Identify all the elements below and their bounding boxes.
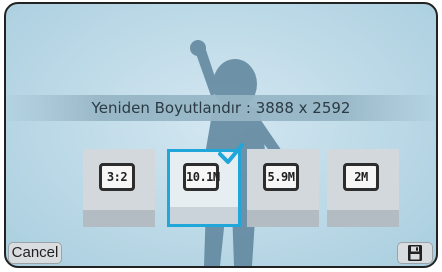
resize-options: 3:2 10.1M 5.9M 2M bbox=[83, 143, 399, 227]
option-2m[interactable]: 2M bbox=[327, 149, 399, 227]
size-5-9m-icon: 5.9M bbox=[263, 163, 299, 191]
save-button[interactable] bbox=[397, 242, 433, 264]
size-2m-icon: 2M bbox=[343, 163, 379, 191]
option-3-2-label: 3:2 bbox=[106, 170, 128, 184]
option-footer bbox=[327, 210, 399, 227]
option-5-9m-label: 5.9M bbox=[267, 170, 295, 184]
size-10-1m-icon: 10.1M bbox=[183, 163, 220, 191]
resize-title: Yeniden Boyutlandır : 3888 x 2592 bbox=[91, 99, 351, 117]
option-10-1m-label: 10.1M bbox=[186, 170, 220, 184]
cancel-button[interactable]: Cancel bbox=[8, 242, 62, 264]
camera-screen: Yeniden Boyutlandır : 3888 x 2592 3:2 10… bbox=[0, 0, 442, 272]
resize-dialog: Yeniden Boyutlandır : 3888 x 2592 3:2 10… bbox=[4, 2, 438, 268]
option-3-2[interactable]: 3:2 bbox=[83, 149, 155, 227]
option-footer bbox=[83, 210, 155, 227]
ratio-3-2-icon: 3:2 bbox=[99, 163, 135, 191]
option-5-9m[interactable]: 5.9M bbox=[247, 149, 319, 227]
checkmark-icon bbox=[218, 143, 244, 164]
option-footer bbox=[170, 207, 238, 224]
save-icon bbox=[408, 245, 422, 261]
option-2m-label: 2M bbox=[354, 170, 368, 184]
option-footer bbox=[247, 210, 319, 227]
